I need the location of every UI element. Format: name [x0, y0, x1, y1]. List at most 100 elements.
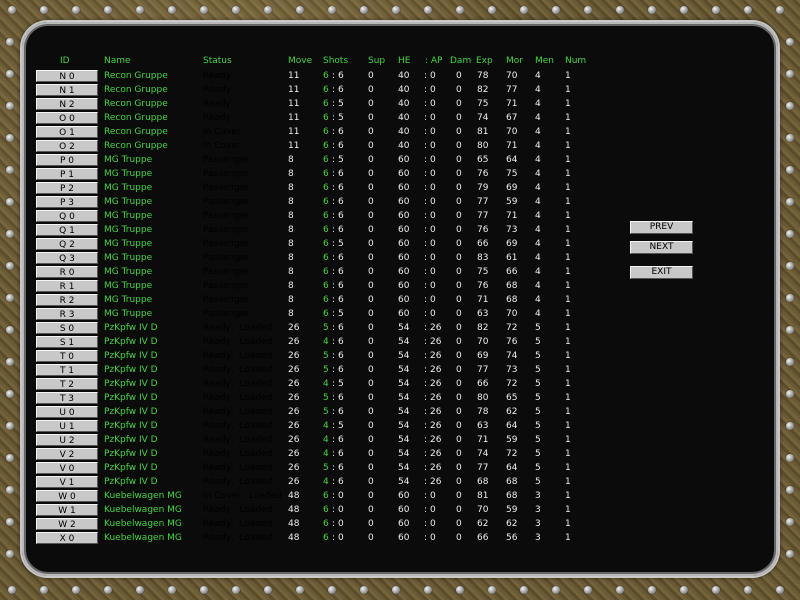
unit-ap-sep: :: [424, 267, 428, 277]
unit-num: 1: [565, 379, 571, 389]
unit-shots-sep: :: [332, 155, 336, 165]
unit-mor: 59: [506, 505, 518, 515]
unit-mor: 66: [506, 267, 518, 277]
header-num: Num: [565, 56, 587, 66]
unit-sup: 0: [368, 491, 374, 501]
unit-name: PzKpfw IV D: [104, 393, 158, 403]
unit-ap-sep: :: [424, 169, 428, 179]
unit-id-button[interactable]: V 0: [36, 462, 98, 474]
unit-id-button[interactable]: O 0: [36, 112, 98, 124]
unit-num: 1: [565, 477, 571, 487]
unit-id-button[interactable]: R 2: [36, 294, 98, 306]
unit-status: Ready, Loaded: [203, 365, 273, 375]
unit-id-button[interactable]: V 1: [36, 476, 98, 488]
bolt-icon: [680, 6, 688, 14]
bolt-icon: [786, 70, 794, 78]
unit-id-button[interactable]: Q 3: [36, 252, 98, 264]
unit-id-button[interactable]: S 0: [36, 322, 98, 334]
unit-shots-max: 6: [338, 183, 344, 193]
bolt-icon: [786, 422, 794, 430]
unit-dam: 0: [456, 309, 462, 319]
unit-num: 1: [565, 253, 571, 263]
unit-id-button[interactable]: Q 1: [36, 224, 98, 236]
unit-id-button[interactable]: Q 0: [36, 210, 98, 222]
unit-id-button[interactable]: Q 2: [36, 238, 98, 250]
unit-status: Ready, Loaded: [203, 477, 273, 487]
unit-move: 26: [288, 435, 300, 445]
unit-ap-sep: :: [424, 183, 428, 193]
unit-id-button[interactable]: T 2: [36, 378, 98, 390]
unit-ap-sep: :: [424, 197, 428, 207]
unit-status: Ready, Loaded: [203, 435, 273, 445]
unit-men: 4: [535, 295, 541, 305]
exit-button[interactable]: EXIT: [630, 266, 693, 279]
unit-sup: 0: [368, 267, 374, 277]
unit-he: 60: [398, 533, 410, 543]
unit-move: 26: [288, 323, 300, 333]
unit-men: 4: [535, 281, 541, 291]
unit-shots-sep: :: [332, 169, 336, 179]
bolt-icon: [648, 586, 656, 594]
unit-sup: 0: [368, 295, 374, 305]
unit-id-button[interactable]: P 2: [36, 182, 98, 194]
unit-men: 4: [535, 225, 541, 235]
unit-ap-sep: :: [424, 533, 428, 543]
unit-id-button[interactable]: R 1: [36, 280, 98, 292]
unit-shots-max: 5: [338, 239, 344, 249]
unit-id-button[interactable]: P 0: [36, 154, 98, 166]
unit-id-button[interactable]: P 3: [36, 196, 98, 208]
unit-id-button[interactable]: W 0: [36, 490, 98, 502]
unit-ap-sep: :: [424, 351, 428, 361]
unit-id-button[interactable]: N 0: [36, 70, 98, 82]
unit-shots-sep: :: [332, 85, 336, 95]
unit-exp: 80: [477, 141, 489, 151]
unit-name: PzKpfw IV D: [104, 365, 158, 375]
unit-he: 60: [398, 197, 410, 207]
unit-ap: 26: [430, 351, 442, 361]
unit-dam: 0: [456, 323, 462, 333]
unit-id-button[interactable]: U 2: [36, 434, 98, 446]
unit-id-button[interactable]: T 3: [36, 392, 98, 404]
unit-id-button[interactable]: V 2: [36, 448, 98, 460]
prev-button[interactable]: PREV: [630, 221, 693, 234]
unit-id-button[interactable]: W 2: [36, 518, 98, 530]
unit-mor: 71: [506, 141, 518, 151]
unit-move: 11: [288, 141, 300, 151]
unit-he: 54: [398, 337, 410, 347]
unit-id-button[interactable]: T 1: [36, 364, 98, 376]
unit-sup: 0: [368, 183, 374, 193]
unit-ap: 0: [430, 155, 436, 165]
header-move: Move: [288, 56, 313, 66]
unit-id-button[interactable]: W 1: [36, 504, 98, 516]
unit-ap-sep: :: [424, 309, 428, 319]
unit-men: 5: [535, 323, 541, 333]
unit-id-button[interactable]: O 1: [36, 126, 98, 138]
unit-shots-sep: :: [332, 309, 336, 319]
unit-sup: 0: [368, 169, 374, 179]
unit-ap: 26: [430, 435, 442, 445]
unit-id-button[interactable]: O 2: [36, 140, 98, 152]
unit-id-button[interactable]: U 1: [36, 420, 98, 432]
unit-id-button[interactable]: S 1: [36, 336, 98, 348]
unit-move: 8: [288, 239, 294, 249]
unit-status: In Cover: [203, 141, 241, 151]
unit-id-button[interactable]: N 1: [36, 84, 98, 96]
unit-ap: 26: [430, 477, 442, 487]
unit-id-button[interactable]: U 0: [36, 406, 98, 418]
table-row: W 1 Kuebelwagen MG Ready, Loaded 48 6:0 0 60:0…: [0, 503, 800, 517]
unit-shots-current: 6: [323, 155, 329, 165]
unit-id-button[interactable]: N 2: [36, 98, 98, 110]
unit-dam: 0: [456, 365, 462, 375]
unit-id-button[interactable]: R 0: [36, 266, 98, 278]
unit-dam: 0: [456, 533, 462, 543]
unit-exp: 75: [477, 267, 489, 277]
next-button[interactable]: NEXT: [630, 241, 693, 254]
unit-id-button[interactable]: X 0: [36, 532, 98, 544]
unit-id-button[interactable]: P 1: [36, 168, 98, 180]
table-row: O 1 Recon Gruppe In Cover 11 6:6 0 40:0 0 81 70 4 1: [0, 125, 800, 139]
unit-id-button[interactable]: R 3: [36, 308, 98, 320]
bolt-icon: [72, 586, 80, 594]
unit-shots-sep: :: [332, 421, 336, 431]
unit-id-button[interactable]: T 0: [36, 350, 98, 362]
unit-ap-sep: :: [424, 71, 428, 81]
